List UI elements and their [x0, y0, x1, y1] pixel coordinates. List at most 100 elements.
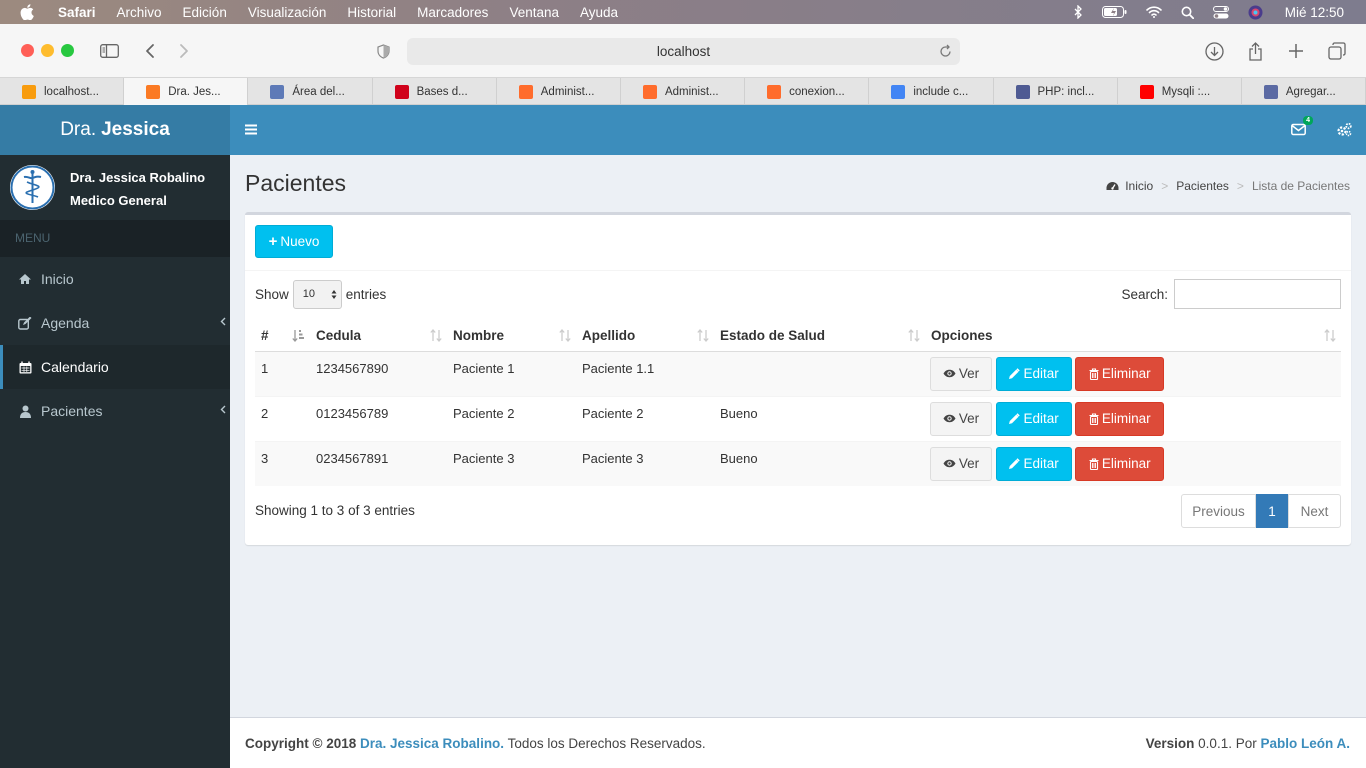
calendar-icon: [18, 361, 32, 374]
previous-page-button[interactable]: Previous: [1181, 494, 1256, 528]
view-button[interactable]: Ver: [930, 356, 992, 391]
page-1-button[interactable]: 1: [1256, 494, 1288, 528]
browser-tab[interactable]: Agregar...: [1242, 78, 1366, 105]
table-header-row: # Cedula Nombre Apellido Estado de Salud…: [255, 320, 1341, 352]
browser-tab-label: conexion...: [789, 85, 845, 98]
browser-tab[interactable]: Área del...: [248, 78, 373, 105]
battery-icon[interactable]: [1101, 6, 1127, 18]
cell-estado: Bueno: [714, 395, 925, 441]
edit-button[interactable]: Editar: [995, 356, 1072, 391]
owner-link[interactable]: Dra. Jessica Robalino.: [360, 736, 504, 751]
spotlight-icon[interactable]: [1181, 6, 1194, 19]
view-label: Ver: [958, 411, 980, 426]
column-header-opciones[interactable]: Opciones: [925, 320, 1341, 352]
menubar-ayuda[interactable]: Ayuda: [580, 5, 618, 20]
browser-tab[interactable]: include c...: [869, 78, 994, 105]
search-input[interactable]: [1174, 279, 1341, 309]
sidebar-toggle-button[interactable]: [245, 124, 257, 135]
column-header-estado[interactable]: Estado de Salud: [714, 320, 925, 352]
address-bar-url: localhost: [656, 44, 711, 59]
sidebar-item-inicio[interactable]: Inicio: [0, 257, 230, 301]
column-header-cedula[interactable]: Cedula: [310, 320, 447, 352]
view-button[interactable]: Ver: [930, 401, 992, 436]
app-logo[interactable]: Dra. Jessica: [0, 105, 230, 155]
cell-nombre: Paciente 2: [447, 395, 576, 441]
browser-tab[interactable]: Mysqli :...: [1118, 78, 1242, 105]
downloads-icon[interactable]: [1204, 41, 1224, 61]
close-window-button[interactable]: [21, 44, 34, 57]
delete-button[interactable]: Eliminar: [1075, 356, 1165, 391]
cogs-icon[interactable]: [1336, 122, 1352, 137]
new-patient-button[interactable]: + Nuevo: [255, 225, 333, 258]
cpanel-icon: [518, 84, 533, 99]
wifi-icon[interactable]: [1145, 6, 1162, 18]
sidebar-item-agenda[interactable]: Agenda: [0, 301, 230, 345]
siri-icon[interactable]: [1248, 5, 1263, 20]
share-icon[interactable]: [1245, 41, 1265, 61]
avatar: [10, 165, 55, 210]
edit-button[interactable]: Editar: [995, 446, 1072, 481]
eye-icon: [943, 369, 959, 378]
browser-tab[interactable]: Dra. Jes...: [124, 78, 249, 105]
next-page-button[interactable]: Next: [1288, 494, 1341, 528]
browser-tab[interactable]: conexion...: [745, 78, 870, 105]
bluetooth-icon[interactable]: [1074, 5, 1083, 19]
view-button[interactable]: Ver: [930, 446, 992, 481]
breadcrumb-inicio[interactable]: Inicio: [1125, 179, 1153, 193]
menubar-app-name[interactable]: Safari: [58, 5, 96, 20]
apple-icon[interactable]: [20, 4, 40, 20]
new-tab-icon[interactable]: [1286, 41, 1306, 61]
menubar-historial[interactable]: Historial: [347, 5, 396, 20]
zoom-window-button[interactable]: [61, 44, 74, 57]
menubar-visualizacion[interactable]: Visualización: [248, 5, 327, 20]
sidebar-item-calendario[interactable]: Calendario: [0, 345, 230, 389]
browser-tab-label: Dra. Jes...: [168, 85, 221, 98]
table-row: 1 1234567890 Paciente 1 Paciente 1.1 Ver Edi…: [255, 351, 1341, 396]
menubar-archivo[interactable]: Archivo: [117, 5, 162, 20]
cell-opciones: Ver Editar Eliminar: [925, 351, 1341, 396]
pagination: Previous 1 Next: [1181, 494, 1341, 528]
browser-tab[interactable]: Administ...: [497, 78, 621, 105]
menubar-clock[interactable]: Mié 12:50: [1285, 5, 1344, 20]
delete-label: Eliminar: [1101, 411, 1151, 426]
browser-tab[interactable]: Bases d...: [373, 78, 497, 105]
cell-opciones: Ver Editar Eliminar: [925, 440, 1341, 486]
column-header-num[interactable]: #: [255, 320, 310, 352]
new-button-label: Nuevo: [280, 234, 320, 249]
xampp-icon: [146, 84, 161, 99]
sidebar-toggle-icon[interactable]: [99, 41, 119, 61]
entries-select[interactable]: 10: [292, 280, 342, 309]
select-arrows-icon: [331, 289, 337, 300]
browser-tab[interactable]: Administ...: [621, 78, 746, 105]
menubar-marcadores[interactable]: Marcadores: [417, 5, 488, 20]
version-label: Version: [1145, 736, 1195, 751]
sidebar-item-pacientes[interactable]: Pacientes: [0, 389, 230, 433]
column-header-apellido[interactable]: Apellido: [576, 320, 714, 352]
privacy-shield-icon[interactable]: [373, 41, 393, 61]
tab-overview-icon[interactable]: [1327, 41, 1347, 61]
google-icon: [891, 84, 906, 99]
browser-tab[interactable]: PHP: incl...: [994, 78, 1118, 105]
control-center-icon[interactable]: [1212, 5, 1229, 19]
pencil-icon: [1008, 412, 1023, 425]
mail-count-badge: 4: [1303, 116, 1313, 125]
delete-button[interactable]: Eliminar: [1075, 446, 1165, 481]
cell-num: 3: [255, 440, 310, 486]
forward-icon[interactable]: [174, 41, 194, 61]
author-link[interactable]: Pablo León A.: [1260, 736, 1350, 751]
entries-label: entries: [345, 287, 387, 302]
minimize-window-button[interactable]: [41, 44, 54, 57]
envelope-icon[interactable]: [1291, 123, 1306, 136]
back-icon[interactable]: [140, 41, 160, 61]
column-header-nombre[interactable]: Nombre: [447, 320, 576, 352]
address-bar[interactable]: localhost: [407, 38, 960, 65]
delete-button[interactable]: Eliminar: [1075, 401, 1165, 436]
edit-button[interactable]: Editar: [995, 401, 1072, 436]
menubar-edicion[interactable]: Edición: [183, 5, 227, 20]
menubar-ventana[interactable]: Ventana: [509, 5, 559, 20]
table-row: 3 0234567891 Paciente 3 Paciente 3 Bueno Ver …: [255, 440, 1341, 486]
reload-icon[interactable]: [939, 44, 952, 58]
browser-tab[interactable]: localhost...: [0, 78, 125, 105]
breadcrumb-pacientes[interactable]: Pacientes: [1176, 179, 1229, 193]
chevron-left-icon: [220, 405, 226, 414]
